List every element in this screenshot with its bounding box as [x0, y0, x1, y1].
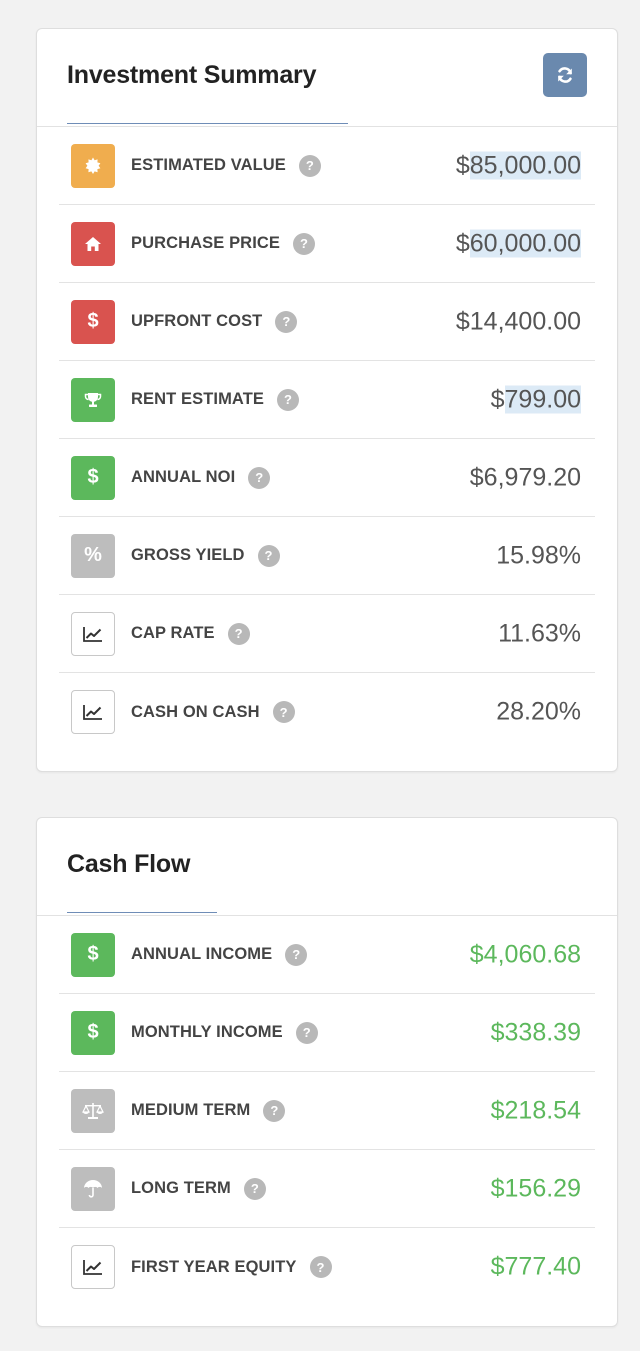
cash-flow-list: $ ANNUAL INCOME ? $4,060.68 $ MONTHLY IN… [37, 916, 617, 1306]
row-monthly-income: $ MONTHLY INCOME ? $338.39 [59, 994, 595, 1072]
row-cap-rate: CAP RATE ? 11.63% [59, 595, 595, 673]
row-annual-noi: $ ANNUAL NOI ? $6,979.20 [59, 439, 595, 517]
help-icon[interactable]: ? [263, 1099, 286, 1122]
cash-flow-card: Cash Flow $ ANNUAL INCOME ? $4,060.68 $ … [36, 817, 618, 1327]
row-value: $14,400.00 [455, 307, 581, 335]
label-text: GROSS YIELD [131, 546, 245, 564]
row-value: $85,000.00 [456, 151, 581, 180]
dollar-icon: $ [71, 932, 115, 977]
help-icon[interactable]: ? [257, 544, 280, 567]
row-label: CASH ON CASH ? [131, 701, 295, 723]
row-upfront-cost: $ UPFRONT COST ? $14,400.00 [59, 283, 595, 361]
help-icon[interactable]: ? [243, 1177, 266, 1200]
refresh-button[interactable] [543, 53, 587, 97]
certificate-icon [71, 143, 115, 188]
row-label: UPFRONT COST ? [131, 310, 298, 333]
row-value: 28.20% [496, 697, 581, 726]
label-text: ESTIMATED VALUE [131, 156, 286, 174]
cash-flow-title: Cash Flow [67, 850, 191, 878]
value-prefix: $ [490, 385, 505, 413]
row-label: CAP RATE ? [131, 622, 250, 645]
label-text: PURCHASE PRICE [131, 234, 281, 252]
row-estimated-value: ESTIMATED VALUE ? $85,000.00 [59, 127, 595, 205]
label-text: CASH ON CASH [131, 702, 260, 721]
balance-scale-icon [71, 1088, 115, 1133]
investment-summary-title: Investment Summary [67, 61, 317, 89]
row-label: FIRST YEAR EQUITY ? [131, 1256, 332, 1278]
help-icon[interactable]: ? [295, 1021, 318, 1044]
row-value: $799.00 [491, 385, 581, 414]
help-icon[interactable]: ? [277, 388, 299, 411]
investment-summary-list: ESTIMATED VALUE ? $85,000.00 PURCHASE PR… [37, 127, 617, 751]
row-value: $338.39 [490, 1018, 581, 1046]
row-long-term: LONG TERM ? $156.29 [59, 1150, 595, 1228]
label-text: LONG TERM [131, 1179, 231, 1197]
label-text: ANNUAL NOI [131, 468, 236, 486]
row-label: ANNUAL INCOME ? [131, 943, 308, 966]
row-value: 15.98% [496, 541, 581, 569]
home-icon [71, 221, 115, 266]
row-label: ANNUAL NOI ? [131, 466, 271, 489]
row-value: $6,979.20 [469, 463, 581, 491]
row-value: $60,000.00 [456, 229, 581, 258]
label-text: MEDIUM TERM [131, 1101, 251, 1119]
row-value: $218.54 [490, 1096, 581, 1124]
title-underline [67, 912, 217, 913]
percent-icon: % [71, 533, 115, 578]
label-text: FIRST YEAR EQUITY [131, 1257, 297, 1276]
refresh-icon [558, 67, 572, 83]
help-icon[interactable]: ? [227, 622, 250, 645]
help-icon[interactable]: ? [285, 943, 308, 966]
value-prefix: $ [455, 229, 470, 257]
row-gross-yield: % GROSS YIELD ? 15.98% [59, 517, 595, 595]
investment-summary-card: Investment Summary ESTIMATED VALUE ? $85… [36, 28, 618, 772]
cash-flow-header: Cash Flow [37, 818, 617, 916]
row-first-year-equity: FIRST YEAR EQUITY ? $777.40 [59, 1228, 595, 1306]
value-main: 60,000.00 [469, 229, 581, 257]
label-text: MONTHLY INCOME [131, 1023, 283, 1041]
row-label: LONG TERM ? [131, 1177, 266, 1200]
help-icon[interactable]: ? [248, 466, 271, 489]
row-medium-term: MEDIUM TERM ? $218.54 [59, 1072, 595, 1150]
line-chart-icon [71, 1245, 115, 1289]
help-icon[interactable]: ? [293, 232, 316, 255]
help-icon[interactable]: ? [298, 154, 321, 177]
dollar-icon: $ [71, 299, 115, 344]
title-underline [67, 123, 348, 124]
label-text: ANNUAL INCOME [131, 945, 273, 963]
label-text: UPFRONT COST [131, 312, 263, 330]
row-label: MEDIUM TERM ? [131, 1099, 286, 1122]
investment-summary-header: Investment Summary [37, 29, 617, 127]
row-label: RENT ESTIMATE ? [131, 388, 299, 411]
umbrella-icon [71, 1166, 115, 1211]
value-main: 799.00 [504, 385, 581, 413]
line-chart-icon [71, 690, 115, 734]
label-text: RENT ESTIMATE [131, 390, 264, 408]
row-value: $4,060.68 [469, 940, 581, 968]
line-chart-icon [71, 611, 115, 656]
row-rent-estimate: RENT ESTIMATE ? $799.00 [59, 361, 595, 439]
dollar-icon: $ [71, 455, 115, 500]
label-text: CAP RATE [131, 624, 215, 642]
value-prefix: $ [455, 151, 470, 179]
help-icon[interactable]: ? [309, 1256, 332, 1278]
row-label: GROSS YIELD ? [131, 544, 280, 567]
trophy-icon [71, 377, 115, 422]
row-label: ESTIMATED VALUE ? [131, 154, 321, 177]
row-label: PURCHASE PRICE ? [131, 232, 316, 255]
value-main: 85,000.00 [469, 151, 581, 179]
row-cash-on-cash: CASH ON CASH ? 28.20% [59, 673, 595, 751]
row-value: $777.40 [490, 1252, 581, 1281]
row-label: MONTHLY INCOME ? [131, 1021, 318, 1044]
row-annual-income: $ ANNUAL INCOME ? $4,060.68 [59, 916, 595, 994]
help-icon[interactable]: ? [275, 310, 298, 333]
dollar-icon: $ [71, 1010, 115, 1055]
row-value: 11.63% [498, 619, 581, 647]
row-purchase-price: PURCHASE PRICE ? $60,000.00 [59, 205, 595, 283]
help-icon[interactable]: ? [272, 701, 295, 723]
row-value: $156.29 [490, 1174, 581, 1202]
